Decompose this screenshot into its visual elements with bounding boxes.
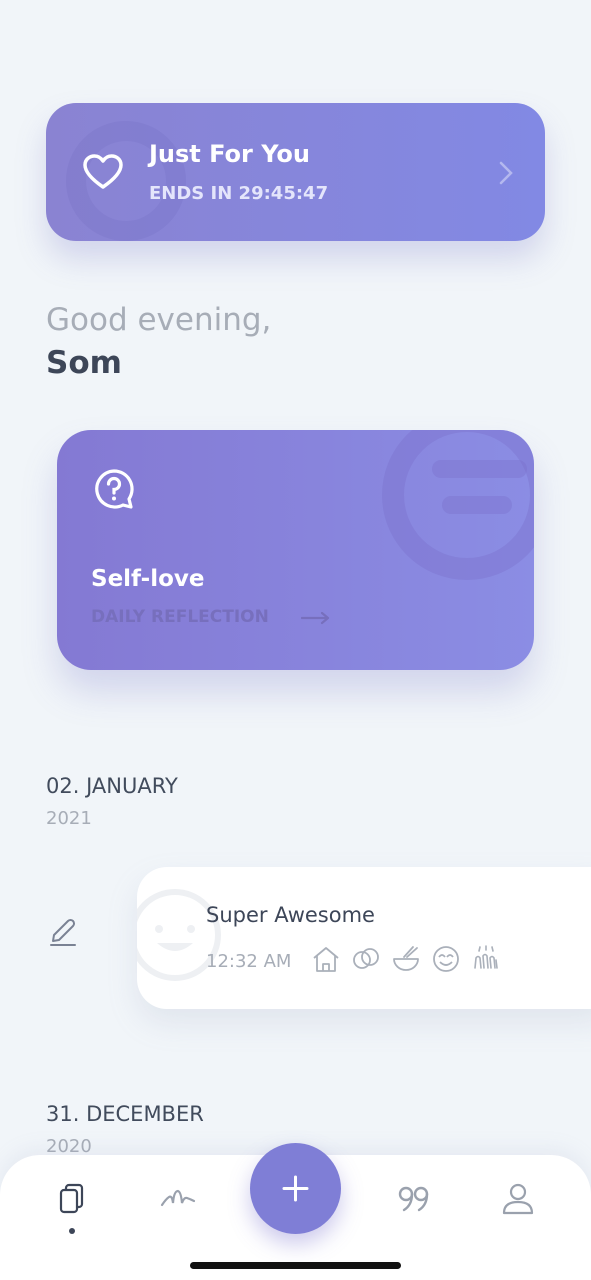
daily-reflection-card[interactable]: Self-love DAILY REFLECTION <box>57 430 534 670</box>
chevron-right-icon[interactable] <box>499 161 513 189</box>
entry-year: 2020 <box>46 1136 92 1157</box>
entry-time: 12:32 AM <box>206 951 292 972</box>
promo-title: Just For You <box>149 140 310 168</box>
promo-timer: ENDS IN 29:45:47 <box>149 183 329 204</box>
smiley-face-icon <box>137 885 227 989</box>
entries-icon[interactable] <box>54 1181 90 1217</box>
clap-icon <box>471 944 501 974</box>
greeting-text: Good evening, <box>46 302 272 338</box>
relationship-icon <box>351 944 381 974</box>
home-indicator <box>190 1262 401 1269</box>
reflection-subtitle: DAILY REFLECTION <box>91 607 269 627</box>
mood-entry-card[interactable]: Super Awesome 12:32 AM <box>137 867 591 1009</box>
quotes-icon[interactable] <box>396 1181 432 1217</box>
entry-date: 02. JANUARY <box>46 774 178 798</box>
entry-date: 31. DECEMBER <box>46 1102 204 1126</box>
food-icon <box>391 944 421 974</box>
user-name: Som <box>46 345 122 381</box>
mood-label: Super Awesome <box>206 903 375 927</box>
stats-icon[interactable] <box>160 1181 196 1217</box>
plus-icon <box>282 1175 309 1202</box>
reflection-title: Self-love <box>91 566 205 592</box>
add-entry-button[interactable] <box>250 1143 341 1234</box>
entry-year: 2021 <box>46 808 92 829</box>
question-bubble-icon <box>93 468 135 514</box>
decorative-bar <box>442 496 512 514</box>
heart-icon <box>82 153 124 195</box>
decorative-bar <box>432 460 527 478</box>
just-for-you-card[interactable]: Just For You ENDS IN 29:45:47 <box>46 103 545 241</box>
profile-icon[interactable] <box>500 1181 536 1217</box>
good-meal-icon <box>431 944 461 974</box>
arrow-right-icon <box>300 610 331 629</box>
activity-icons <box>311 944 501 974</box>
active-tab-indicator <box>69 1228 75 1234</box>
home-icon <box>311 944 341 974</box>
edit-pencil-icon[interactable] <box>47 916 79 952</box>
